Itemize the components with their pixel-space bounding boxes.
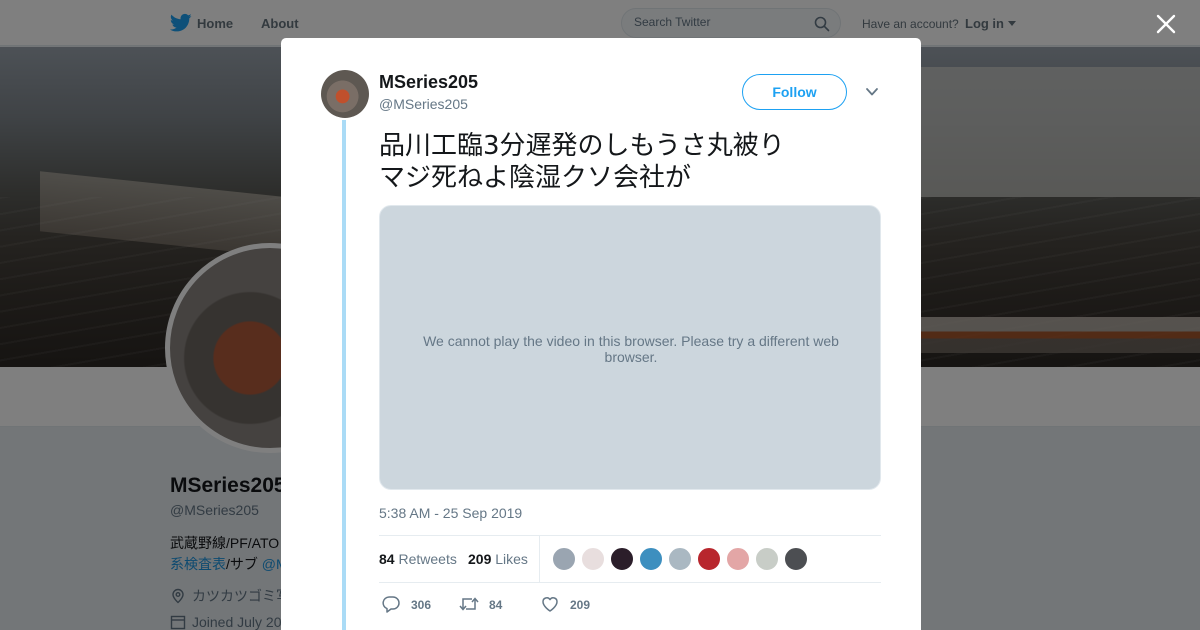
close-icon[interactable]	[1154, 12, 1178, 36]
chevron-down-icon[interactable]	[864, 86, 880, 98]
retweets-label: Retweets	[398, 551, 457, 567]
likes-label: Likes	[495, 551, 528, 567]
tweet-timestamp[interactable]: 5:38 AM - 25 Sep 2019	[379, 505, 522, 521]
reply-button[interactable]: 306	[381, 594, 441, 614]
avatar-default-silhouette[interactable]	[668, 547, 692, 571]
tweet-author-name[interactable]: MSeries205	[379, 72, 478, 93]
tweet-stats: 84 Retweets 209 Likes	[379, 535, 881, 583]
retweet-button[interactable]: 84	[459, 594, 519, 614]
likes-stat[interactable]: 209 Likes	[468, 551, 528, 567]
heart-icon	[542, 597, 558, 612]
retweets-stat[interactable]: 84 Retweets	[379, 551, 457, 567]
tweet-actions: 306 84 209	[379, 594, 881, 618]
reply-count: 306	[411, 598, 432, 612]
avatar-pale-pink[interactable]	[581, 547, 605, 571]
stats-divider	[539, 536, 540, 583]
like-button[interactable]: 209	[540, 594, 600, 614]
like-action-count: 209	[570, 598, 591, 612]
tweet-text-line2: マジ死ねよ陰湿クソ会社が	[379, 163, 692, 193]
avatar-light-gray[interactable]	[755, 547, 779, 571]
video-player[interactable]: We cannot play the video in this browser…	[379, 205, 881, 490]
video-unsupported-message: We cannot play the video in this browser…	[423, 333, 839, 365]
reply-icon	[382, 596, 400, 613]
avatar-anime-character[interactable]	[639, 547, 663, 571]
retweet-icon	[459, 597, 479, 611]
avatar-gray-circle[interactable]	[552, 547, 576, 571]
follow-button[interactable]: Follow	[742, 74, 847, 110]
tweet-text: 品川工臨3分遅発のしもうさ丸被り マジ死ねよ陰湿クソ会社が	[379, 130, 879, 194]
tweet-modal: MSeries205 @MSeries205 Follow 品川工臨3分遅発のし…	[281, 38, 921, 630]
thread-line	[342, 120, 346, 630]
avatar-red-logo[interactable]	[697, 547, 721, 571]
likes-count: 209	[468, 551, 492, 567]
tweet-author-avatar[interactable]	[321, 70, 369, 118]
avatar-train-photo[interactable]	[784, 547, 808, 571]
retweets-count: 84	[379, 551, 395, 567]
tweet-author-handle[interactable]: @MSeries205	[379, 96, 468, 112]
retweet-action-count: 84	[489, 598, 503, 612]
avatar-dark-figure[interactable]	[610, 547, 634, 571]
tweet-text-line1: 品川工臨3分遅発のしもうさ丸被り	[379, 131, 785, 161]
avatar-pink-pattern[interactable]	[726, 547, 750, 571]
